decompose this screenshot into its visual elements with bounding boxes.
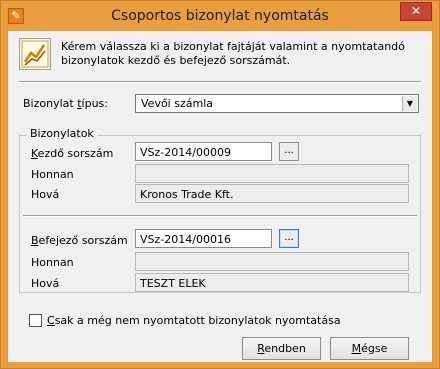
start-from-field	[135, 164, 409, 183]
start-to-field: Kronos Trade Kft.	[135, 184, 409, 203]
start-to-label: Hová	[31, 188, 60, 201]
end-number-input[interactable]: VSz-2014/00016	[135, 229, 272, 248]
document-type-value: Vevői számla	[141, 97, 213, 110]
end-number-label: Befejező sorszám	[31, 234, 128, 247]
close-button[interactable]: ✕	[400, 2, 432, 21]
end-to-label: Hová	[31, 277, 60, 290]
end-to-field: TESZT ELEK	[135, 273, 409, 292]
unprinted-only-label[interactable]: Csak a még nem nyomtatott bizonylatok ny…	[47, 314, 341, 327]
type-label: Bizonylat típus:	[23, 97, 108, 110]
ok-button[interactable]: Rendben	[242, 337, 321, 360]
unprinted-only-checkbox[interactable]	[29, 314, 42, 327]
end-from-field	[135, 252, 409, 271]
end-from-label: Honnan	[31, 256, 74, 269]
document-type-select[interactable]: Vevői számla ▼	[135, 94, 419, 113]
chart-document-icon	[19, 38, 51, 70]
start-browse-button[interactable]: ...	[279, 142, 299, 161]
dialog-window: ✎ Csoportos bizonylat nyomtatás ✕ Kérem …	[0, 0, 440, 369]
chart-document-icon-graphic	[21, 40, 49, 68]
window-title: Csoportos bizonylat nyomtatás	[111, 8, 329, 24]
start-number-input[interactable]: VSz-2014/00009	[135, 142, 272, 161]
documents-group-title: Bizonylatok	[27, 127, 97, 140]
instruction-text: Kérem válassza ki a bizonylat fajtáját v…	[61, 40, 405, 67]
group-divider	[23, 215, 417, 217]
start-from-label: Honnan	[31, 168, 74, 181]
chevron-down-icon[interactable]: ▼	[402, 96, 417, 111]
title-bar[interactable]: ✎ Csoportos bizonylat nyomtatás ✕	[1, 1, 439, 31]
start-number-label: Kezdő sorszám	[31, 147, 114, 160]
cancel-button[interactable]: Mégse	[330, 337, 409, 360]
end-browse-button[interactable]: ...	[279, 229, 299, 248]
dialog-body: Kérem válassza ki a bizonylat fajtáját v…	[8, 31, 432, 362]
top-divider	[19, 81, 421, 83]
